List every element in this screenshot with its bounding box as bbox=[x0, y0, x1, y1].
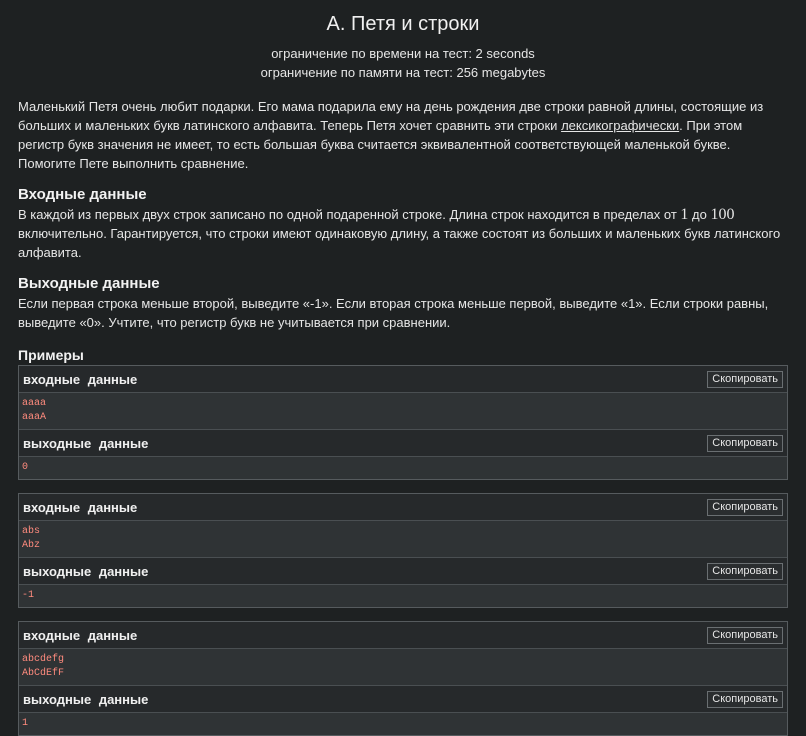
input-spec-text-1: В каждой из первых двух строк записано п… bbox=[18, 207, 681, 222]
example-output-header: выходные данные Скопировать bbox=[19, 557, 787, 585]
output-label: выходные данные bbox=[23, 563, 149, 579]
output-spec: Если первая строка меньше второй, выведи… bbox=[18, 296, 769, 330]
input-max-value: 100 bbox=[710, 206, 735, 223]
example-input: abcdefg AbCdEfF bbox=[19, 649, 787, 685]
output-label: выходные данные bbox=[23, 691, 149, 707]
copy-input-button[interactable]: Скопировать bbox=[707, 370, 783, 388]
problem-title: A. Петя и строки bbox=[326, 13, 480, 35]
output-line: 0 bbox=[22, 462, 29, 473]
example-output: 0 bbox=[19, 457, 787, 479]
input-line: AbCdEfF bbox=[22, 668, 65, 679]
example-input-header: входные данные Скопировать bbox=[19, 366, 787, 393]
example-output-header: выходные данные Скопировать bbox=[19, 429, 787, 457]
example-block: входные данные Скопировать abs Abz выход… bbox=[18, 493, 788, 608]
output-line: 1 bbox=[22, 718, 29, 729]
copy-output-button[interactable]: Скопировать bbox=[707, 434, 783, 452]
output-line: -1 bbox=[22, 590, 35, 601]
input-line: aaaa bbox=[22, 398, 47, 409]
input-line: abs bbox=[22, 526, 41, 537]
input-spec-text-2: включительно. Гарантируется, что строки … bbox=[18, 226, 781, 260]
input-line: aaaA bbox=[22, 412, 47, 423]
example-input: aaaa aaaA bbox=[19, 393, 787, 429]
example-output-header: выходные данные Скопировать bbox=[19, 685, 787, 713]
example-output: 1 bbox=[19, 713, 787, 735]
output-spec-title: Выходные данные bbox=[18, 275, 160, 292]
lexicographic-link[interactable]: лексикографически bbox=[561, 118, 679, 133]
example-block: входные данные Скопировать aaaa aaaA вых… bbox=[18, 365, 788, 480]
examples-list: входные данные Скопировать aaaa aaaA вых… bbox=[18, 365, 788, 736]
time-limit: ограничение по времени на тест: 2 second… bbox=[271, 46, 535, 61]
input-line: abcdefg bbox=[22, 654, 65, 665]
memory-limit: ограничение по памяти на тест: 256 megab… bbox=[260, 65, 546, 80]
input-spec: В каждой из первых двух строк записано п… bbox=[18, 205, 788, 262]
copy-output-button[interactable]: Скопировать bbox=[707, 690, 783, 708]
input-label: входные данные bbox=[23, 371, 138, 387]
output-label: выходные данные bbox=[23, 435, 149, 451]
input-line: Abz bbox=[22, 540, 41, 551]
input-spec-to: до bbox=[688, 207, 711, 222]
example-block: входные данные Скопировать abcdefg AbCdE… bbox=[18, 621, 788, 736]
problem-statement: A. Петя и строки ограничение по времени … bbox=[0, 13, 806, 736]
example-output: -1 bbox=[19, 585, 787, 607]
copy-input-button[interactable]: Скопировать bbox=[707, 626, 783, 644]
example-input-header: входные данные Скопировать bbox=[19, 622, 787, 649]
input-spec-title: Входные данные bbox=[18, 186, 147, 203]
examples-title: Примеры bbox=[18, 347, 84, 363]
copy-output-button[interactable]: Скопировать bbox=[707, 562, 783, 580]
copy-input-button[interactable]: Скопировать bbox=[707, 498, 783, 516]
legend: Маленький Петя очень любит подарки. Его … bbox=[18, 97, 788, 173]
example-input-header: входные данные Скопировать bbox=[19, 494, 787, 521]
input-label: входные данные bbox=[23, 627, 138, 643]
input-label: входные данные bbox=[23, 499, 138, 515]
example-input: abs Abz bbox=[19, 521, 787, 557]
